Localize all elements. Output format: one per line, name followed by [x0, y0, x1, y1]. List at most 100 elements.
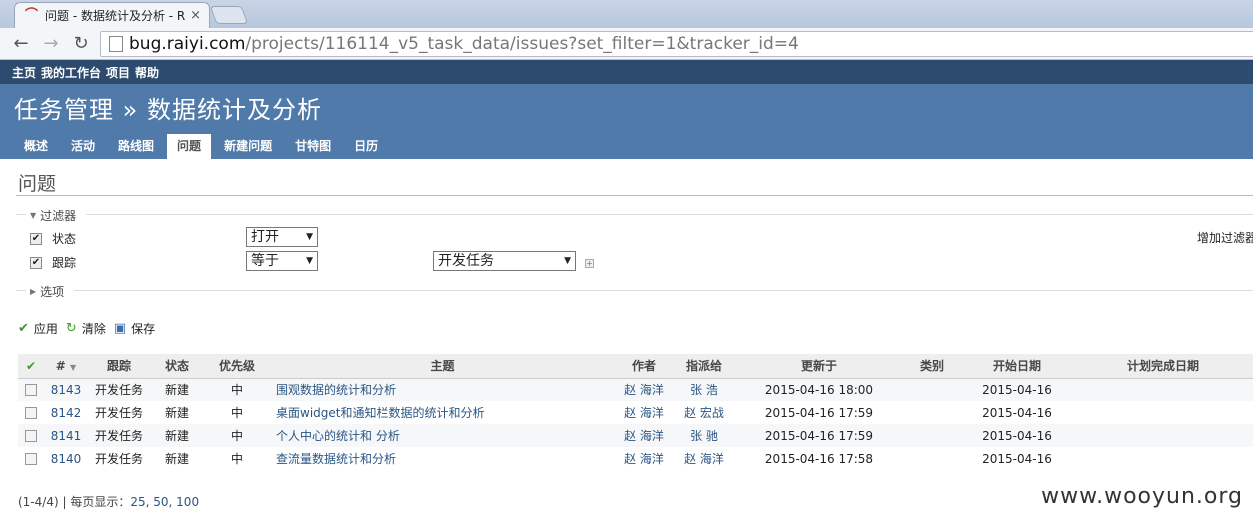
table-row[interactable]: 8140 开发任务 新建 中 查流量数据统计和分析 赵 海洋 赵 海洋 2015… — [18, 447, 1253, 470]
col-category[interactable]: 类别 — [903, 354, 961, 379]
issue-updated: 2015-04-16 17:59 — [735, 424, 903, 447]
status-filter-checkbox[interactable]: ✔ — [30, 232, 42, 245]
per-page-50-link[interactable]: 50 — [153, 495, 168, 509]
forward-icon[interactable]: → — [40, 33, 62, 55]
options-legend-label: 选项 — [40, 285, 65, 299]
col-status[interactable]: 状态 — [150, 354, 204, 379]
issue-assignee-link[interactable]: 张 浩 — [673, 378, 735, 401]
issue-category — [903, 447, 961, 470]
address-bar[interactable]: bug.raiyi.com/projects/116114_v5_task_da… — [100, 31, 1253, 57]
issue-priority: 中 — [204, 424, 270, 447]
issue-tracker: 开发任务 — [88, 424, 150, 447]
status-filter-label: 状态 — [52, 232, 77, 246]
filters-legend-label: 过滤器 — [40, 209, 77, 223]
project-title: 任务管理 » 数据统计及分析 — [14, 96, 322, 124]
status-operator-select[interactable]: 打开 ▼ — [246, 227, 318, 247]
save-button[interactable]: ▣ 保存 — [114, 320, 155, 337]
issue-id-link[interactable]: 8142 — [44, 401, 88, 424]
filter-rule-left — [16, 214, 26, 215]
topmenu-help[interactable]: 帮助 — [135, 64, 159, 81]
table-row[interactable]: 8141 开发任务 新建 中 个人中心的统计和 分析 赵 海洋 张 驰 2015… — [18, 424, 1253, 447]
tab-roadmap[interactable]: 路线图 — [108, 134, 164, 159]
issue-id-link[interactable]: 8143 — [44, 378, 88, 401]
page-title: 问题 — [18, 173, 57, 195]
collapse-triangle-icon: ▼ — [30, 211, 37, 220]
new-tab-button[interactable] — [209, 6, 249, 24]
issue-category — [903, 424, 961, 447]
row-checkbox[interactable] — [18, 447, 44, 470]
watermark: www.wooyun.org — [1041, 484, 1243, 509]
tracker-filter-checkbox[interactable]: ✔ — [30, 256, 42, 269]
per-page-25-link[interactable]: 25 — [130, 495, 145, 509]
col-priority[interactable]: 优先级 — [204, 354, 270, 379]
issue-updated: 2015-04-16 17:58 — [735, 447, 903, 470]
tab-calendar[interactable]: 日历 — [344, 134, 388, 159]
issue-author-link[interactable]: 赵 海洋 — [615, 447, 673, 470]
issue-start-date: 2015-04-16 — [961, 378, 1073, 401]
toggle-multiselect-icon[interactable]: + — [585, 259, 594, 268]
issue-assignee-link[interactable]: 赵 宏战 — [673, 401, 735, 424]
issue-start-date: 2015-04-16 — [961, 401, 1073, 424]
table-row[interactable]: 8143 开发任务 新建 中 围观数据的统计和分析 赵 海洋 张 浩 2015-… — [18, 378, 1253, 401]
filters-legend[interactable]: ▼ 过滤器 — [30, 207, 76, 224]
topmenu-home[interactable]: 主页 — [12, 64, 36, 81]
issue-id-link[interactable]: 8141 — [44, 424, 88, 447]
col-start-date[interactable]: 开始日期 — [961, 354, 1073, 379]
title-divider — [16, 195, 1253, 196]
tab-issues[interactable]: 问题 — [167, 134, 212, 159]
col-tracker[interactable]: 跟踪 — [88, 354, 150, 379]
tab-overview[interactable]: 概述 — [14, 134, 58, 159]
issue-subject-link[interactable]: 桌面widget和通知栏数据的统计和分析 — [270, 401, 615, 424]
options-legend[interactable]: ▶ 选项 — [30, 283, 64, 300]
col-updated[interactable]: 更新于 — [735, 354, 903, 379]
col-id-label: # — [55, 358, 66, 373]
options-rule-left — [16, 290, 26, 291]
topmenu-projects[interactable]: 项目 — [106, 64, 130, 81]
col-subject[interactable]: 主题 — [270, 354, 615, 379]
issue-author-link[interactable]: 赵 海洋 — [615, 401, 673, 424]
tab-new-issue[interactable]: 新建问题 — [214, 134, 282, 159]
issue-priority: 中 — [204, 401, 270, 424]
issue-subject-link[interactable]: 查流量数据统计和分析 — [270, 447, 615, 470]
issue-assignee-link[interactable]: 赵 海洋 — [673, 447, 735, 470]
filter-rule-right — [86, 214, 1253, 215]
issue-status: 新建 — [150, 447, 204, 470]
browser-tab[interactable]: ⌒ 问题 - 数据统计及分析 - R × — [14, 2, 210, 28]
tab-activity[interactable]: 活动 — [61, 134, 105, 159]
col-assignee[interactable]: 指派给 — [673, 354, 735, 379]
apply-label: 应用 — [33, 322, 58, 336]
browser-tabstrip: ⌒ 问题 - 数据统计及分析 - R × — [0, 0, 1253, 28]
table-row[interactable]: 8142 开发任务 新建 中 桌面widget和通知栏数据的统计和分析 赵 海洋… — [18, 401, 1253, 424]
toggle-all-check-icon[interactable]: ✔ — [18, 354, 44, 379]
col-due-date[interactable]: 计划完成日期 — [1073, 354, 1253, 379]
col-id[interactable]: # ▼ — [44, 354, 88, 379]
per-page-label: 每页显示： — [70, 495, 131, 509]
per-page-100-link[interactable]: 100 — [176, 495, 199, 509]
reload-icon[interactable]: ↻ — [70, 33, 92, 55]
col-author[interactable]: 作者 — [615, 354, 673, 379]
add-filter-label[interactable]: 增加过滤器 — [1197, 229, 1253, 246]
row-checkbox[interactable] — [18, 378, 44, 401]
close-tab-icon[interactable]: × — [190, 8, 201, 23]
tab-gantt[interactable]: 甘特图 — [285, 134, 341, 159]
back-icon[interactable]: ← — [10, 33, 32, 55]
row-checkbox[interactable] — [18, 424, 44, 447]
issue-subject-link[interactable]: 围观数据的统计和分析 — [270, 378, 615, 401]
issue-id-link[interactable]: 8140 — [44, 447, 88, 470]
expand-triangle-icon: ▶ — [30, 287, 37, 296]
issue-author-link[interactable]: 赵 海洋 — [615, 378, 673, 401]
tracker-value-select[interactable]: 开发任务 ▼ — [433, 251, 576, 271]
topmenu-my-page[interactable]: 我的工作台 — [41, 64, 101, 81]
issue-subject-link[interactable]: 个人中心的统计和 分析 — [270, 424, 615, 447]
issue-assignee-link[interactable]: 张 驰 — [673, 424, 735, 447]
issue-author-link[interactable]: 赵 海洋 — [615, 424, 673, 447]
issue-start-date: 2015-04-16 — [961, 424, 1073, 447]
page-icon — [109, 36, 123, 52]
clear-button[interactable]: ↻ 清除 — [66, 320, 106, 337]
row-checkbox[interactable] — [18, 401, 44, 424]
apply-button[interactable]: ✔ 应用 — [18, 320, 58, 337]
project-header: 任务管理 » 数据统计及分析 概述 活动 路线图 问题 新建问题 甘特图 日历 — [0, 84, 1253, 159]
tracker-operator-select[interactable]: 等于 ▼ — [246, 251, 318, 271]
dropdown-arrow-icon: ▼ — [306, 256, 313, 266]
tab-title: 问题 - 数据统计及分析 - R — [45, 9, 186, 23]
